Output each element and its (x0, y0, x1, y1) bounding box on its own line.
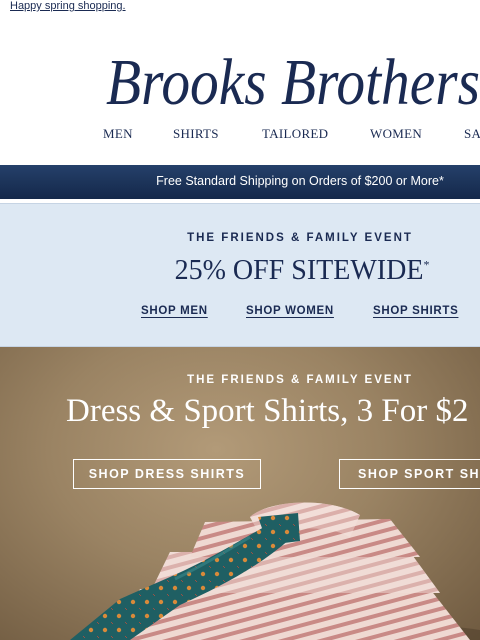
nav-tailored[interactable]: TAILORED (262, 126, 328, 142)
shop-men-link[interactable]: SHOP MEN (141, 305, 208, 317)
nav-women[interactable]: WOMEN (370, 126, 422, 142)
promo-headline-text: 25% OFF SITEWIDE (174, 255, 424, 286)
shipping-banner[interactable]: Free Standard Shipping on Orders of $200… (0, 165, 480, 199)
shop-women-link[interactable]: SHOP WOMEN (246, 305, 334, 317)
shirt-stack-image (70, 502, 480, 640)
promo-kicker: THE FRIENDS & FAMILY EVENT (187, 232, 413, 244)
promo-banner: THE FRIENDS & FAMILY EVENT 25% OFF SITEW… (0, 203, 480, 347)
shop-shirts-link[interactable]: SHOP SHIRTS (373, 305, 458, 317)
nav-sale[interactable]: SA (464, 126, 480, 142)
promo-headline: 25% OFF SITEWIDE* (0, 255, 480, 287)
preheader-link[interactable]: Happy spring shopping. (10, 0, 126, 12)
promo-asterisk: * (423, 257, 430, 272)
nav-shirts[interactable]: SHIRTS (173, 126, 219, 142)
hero-banner[interactable]: THE FRIENDS & FAMILY EVENT Dress & Sport… (0, 347, 480, 640)
shop-dress-shirts-button[interactable]: SHOP DRESS SHIRTS (73, 459, 261, 489)
hero-kicker: THE FRIENDS & FAMILY EVENT (187, 374, 413, 386)
main-nav: MEN SHIRTS TAILORED WOMEN SA (0, 126, 480, 146)
shipping-text: Free Standard Shipping on Orders of $200… (156, 174, 444, 188)
shop-sport-shirts-button[interactable]: SHOP SPORT SHI (339, 459, 480, 489)
brand-logo-text: Brooks Brothers (106, 46, 480, 112)
brand-logo[interactable]: Brooks Brothers (104, 42, 480, 112)
hero-title: Dress & Sport Shirts, 3 For $2 (66, 393, 469, 429)
nav-men[interactable]: MEN (103, 126, 133, 142)
